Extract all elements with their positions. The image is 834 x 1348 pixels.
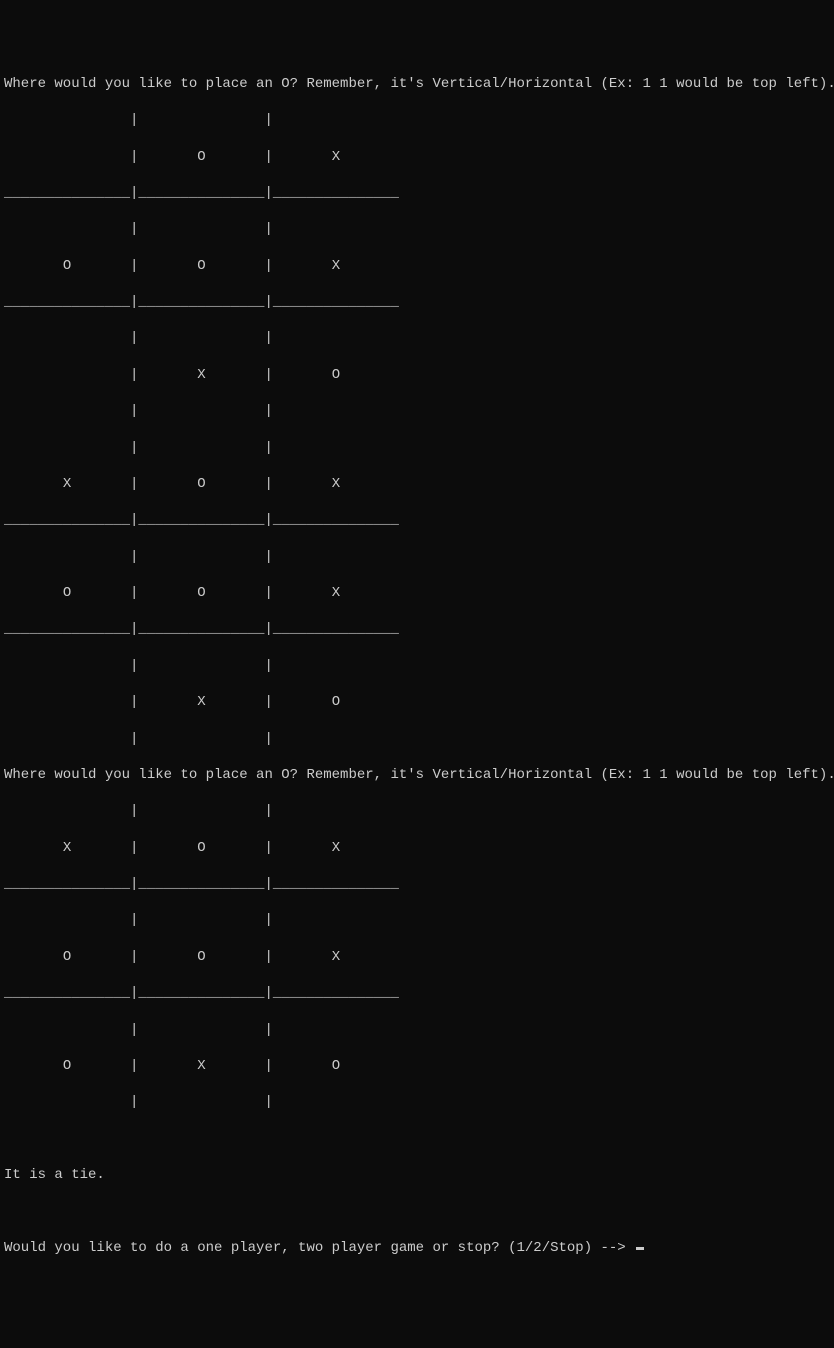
blank-line <box>4 1202 830 1220</box>
board1-row3-cells: | X | O <box>4 366 830 384</box>
board1-row1-top: | | <box>4 111 830 129</box>
board2-row3-cells: | X | O <box>4 693 830 711</box>
board3-row2-cells: O | O | X <box>4 948 830 966</box>
prompt-place-o-2: Where would you like to place an O? Reme… <box>4 766 830 784</box>
board1-row1-bot: _______________|_______________|________… <box>4 184 830 202</box>
board1-row2-cells: O | O | X <box>4 257 830 275</box>
board2-row1-bot: _______________|_______________|________… <box>4 511 830 529</box>
board2-row2-top: | | <box>4 548 830 566</box>
board3-row2-bot: _______________|_______________|________… <box>4 984 830 1002</box>
board2-row2-cells: O | O | X <box>4 584 830 602</box>
board1-row1-cells: | O | X <box>4 148 830 166</box>
board3-row3-cells: O | X | O <box>4 1057 830 1075</box>
board3-row2-top: | | <box>4 911 830 929</box>
board1-row3-top: | | <box>4 329 830 347</box>
board3-row1-cells: X | O | X <box>4 839 830 857</box>
board2-row3-bot: | | <box>4 730 830 748</box>
prompt-place-o-1: Where would you like to place an O? Reme… <box>4 75 830 93</box>
board2-row1-top: | | <box>4 439 830 457</box>
board3-row3-bot: | | <box>4 1093 830 1111</box>
board1-row2-top: | | <box>4 220 830 238</box>
board3-row1-top: | | <box>4 802 830 820</box>
blank-line <box>4 1130 830 1148</box>
board3-row1-bot: _______________|_______________|________… <box>4 875 830 893</box>
board1-row3-bot: | | <box>4 402 830 420</box>
game-result: It is a tie. <box>4 1166 830 1184</box>
board2-row2-bot: _______________|_______________|________… <box>4 620 830 638</box>
cursor-icon <box>636 1247 644 1250</box>
board2-row3-top: | | <box>4 657 830 675</box>
board3-row3-top: | | <box>4 1021 830 1039</box>
board2-row1-cells: X | O | X <box>4 475 830 493</box>
board1-row2-bot: _______________|_______________|________… <box>4 293 830 311</box>
prompt-game-mode[interactable]: Would you like to do a one player, two p… <box>4 1239 830 1257</box>
